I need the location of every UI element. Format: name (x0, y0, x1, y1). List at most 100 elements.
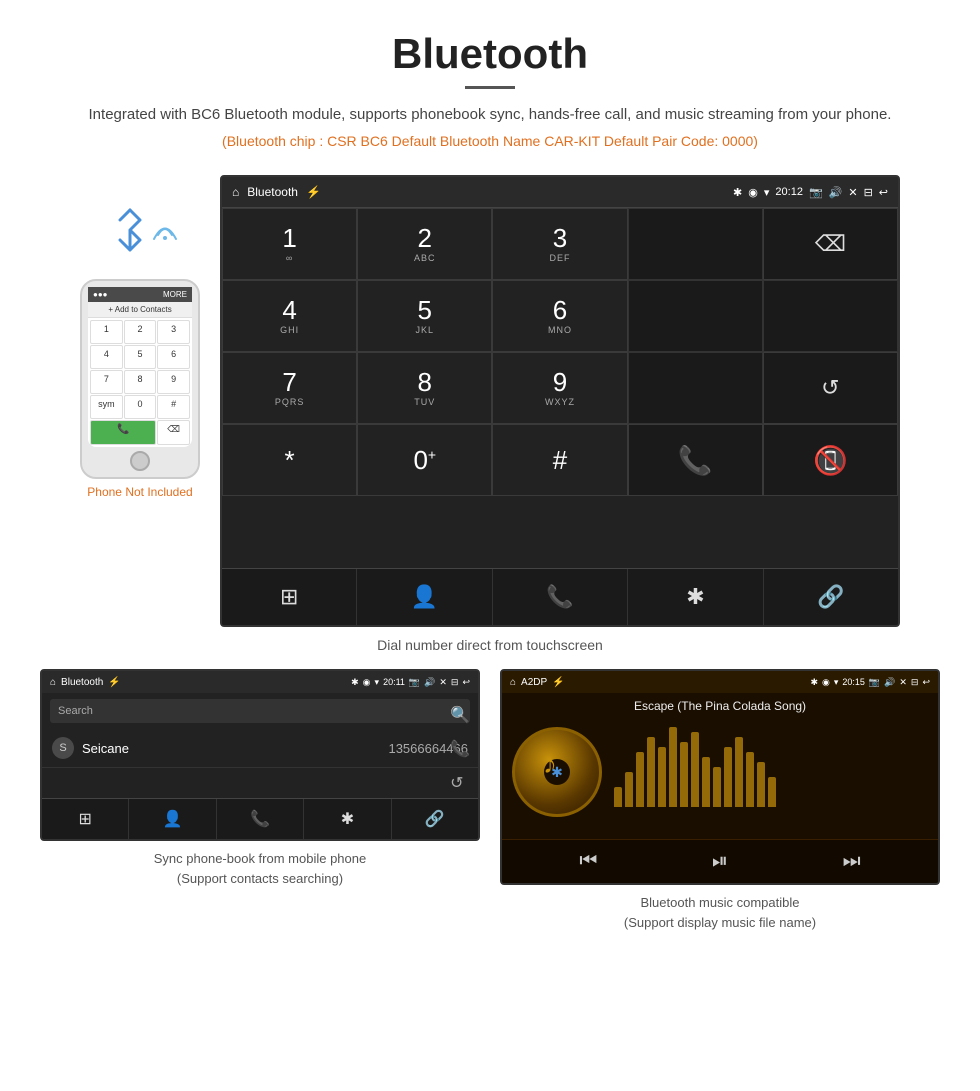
music-prev-button[interactable]: ⏮ (579, 850, 597, 873)
dial-key-3[interactable]: 3 DEF (492, 208, 627, 280)
car-dial-screen: ⌂ Bluetooth ⚡ ✱ ◉ ▾ 20:12 📷 🔊 ✕ ⊟ ↩ 1 ∞ (220, 175, 900, 627)
eq-bar (614, 787, 622, 807)
dial-call-red[interactable]: 📵 (763, 424, 898, 496)
music-vol-icon[interactable]: 🔊 (884, 677, 895, 688)
phone-home-button[interactable] (130, 451, 150, 471)
dial-key-5[interactable]: 5 JKL (357, 280, 492, 352)
music-caption: Bluetooth music compatible(Support displ… (624, 893, 816, 932)
dial-call-green[interactable]: 📞 (628, 424, 763, 496)
phone-keypad: 1 2 3 4 5 6 7 8 9 sym 0 # 📞 ⌫ (88, 318, 192, 447)
phone-screen: ●●●MORE + Add to Contacts 1 2 3 4 5 6 7 … (88, 287, 192, 447)
eq-bar (625, 772, 633, 807)
music-home-icon[interactable]: ⌂ (510, 677, 516, 688)
dial-backspace[interactable]: ⌫ (763, 208, 898, 280)
phone-key-8[interactable]: 8 (124, 370, 157, 394)
volume-icon[interactable]: 🔊 (829, 186, 843, 199)
pb-bt-icon: ✱ (351, 677, 359, 688)
pb-signal-icon: ▾ (375, 677, 380, 688)
music-title: A2DP (521, 677, 547, 688)
phone-key-2[interactable]: 2 (124, 320, 157, 344)
pb-nav-link[interactable]: 🔗 (392, 799, 478, 839)
music-bt-icon: ✱ (810, 677, 818, 688)
phone-key-0[interactable]: 0 (124, 395, 157, 419)
pb-usb-icon: ⚡ (108, 677, 120, 688)
pb-status-left: ⌂ Bluetooth ⚡ (50, 677, 121, 688)
phone-key-1[interactable]: 1 (90, 320, 123, 344)
car-bottom-nav: ⊞ 👤 📞 ✱ 🔗 (222, 568, 898, 625)
music-next-button[interactable]: ⏭ (843, 850, 861, 873)
phone-key-hash[interactable]: # (157, 395, 190, 419)
home-icon[interactable]: ⌂ (232, 185, 239, 199)
music-playpause-button[interactable]: ⏯ (712, 850, 728, 873)
dial-redial[interactable]: ↺ (763, 352, 898, 424)
dial-key-4[interactable]: 4 GHI (222, 280, 357, 352)
pb-back-icon[interactable]: ↩ (462, 677, 470, 688)
phone-key-4[interactable]: 4 (90, 345, 123, 369)
pb-home-icon[interactable]: ⌂ (50, 677, 56, 688)
dial-empty-2 (763, 280, 898, 352)
page-title: Bluetooth (20, 30, 960, 78)
eq-bar (636, 752, 644, 807)
sync-side-icon[interactable]: ↺ (450, 773, 470, 793)
search-side-icon[interactable]: 🔍 (450, 705, 470, 725)
contact-name: Seicane (82, 741, 388, 756)
eq-bar (735, 737, 743, 807)
phone-key-9[interactable]: 9 (157, 370, 190, 394)
pb-nav-keypad[interactable]: ⊞ (42, 799, 129, 839)
phonebook-screen-wrap: ⌂ Bluetooth ⚡ ✱ ◉ ▾ 20:11 📷 🔊 ✕ ⊟ ↩ (40, 669, 480, 932)
phonebook-caption: Sync phone-book from mobile phone(Suppor… (154, 849, 366, 888)
call-side-icon[interactable]: 📞 (450, 739, 470, 759)
phone-key-sym[interactable]: sym (90, 395, 123, 419)
phone-key-6[interactable]: 6 (157, 345, 190, 369)
music-cam-icon[interactable]: 📷 (869, 677, 880, 688)
dial-key-7[interactable]: 7 PQRS (222, 352, 357, 424)
music-back-icon[interactable]: ↩ (922, 677, 930, 688)
phone-key-del[interactable]: ⌫ (157, 420, 190, 445)
equalizer (602, 727, 928, 807)
phone-key-call[interactable]: 📞 (90, 420, 156, 445)
dial-key-9[interactable]: 9 WXYZ (492, 352, 627, 424)
back-icon[interactable]: ↩ (879, 186, 888, 199)
nav-calls[interactable]: 📞 (493, 569, 628, 625)
phonebook-bottom-nav: ⊞ 👤 📞 ✱ 🔗 (42, 798, 478, 839)
camera-icon[interactable]: 📷 (809, 186, 823, 199)
nav-contacts[interactable]: 👤 (357, 569, 492, 625)
dial-key-1[interactable]: 1 ∞ (222, 208, 357, 280)
phonebook-content: Search S Seicane 13566664466 🔍 📞 ↺ (42, 699, 478, 798)
pb-nav-calls[interactable]: 📞 (217, 799, 304, 839)
close-icon[interactable]: ✕ (848, 186, 857, 199)
eq-bar (669, 727, 677, 807)
search-bar[interactable]: Search (50, 699, 470, 723)
phone-key-3[interactable]: 3 (157, 320, 190, 344)
dial-display-area (628, 208, 763, 280)
nav-bluetooth[interactable]: ✱ (628, 569, 763, 625)
music-screen-icon[interactable]: ⊟ (911, 677, 919, 688)
side-icons-column: 🔍 📞 ↺ (450, 705, 470, 793)
pb-time: 20:11 (383, 677, 405, 687)
music-loc-icon: ◉ (822, 677, 830, 688)
dial-key-2[interactable]: 2 ABC (357, 208, 492, 280)
pb-cam-icon[interactable]: 📷 (409, 677, 420, 688)
phone-screen-top: ●●●MORE (88, 287, 192, 302)
dial-key-0[interactable]: 0+ (357, 424, 492, 496)
dial-key-hash[interactable]: # (492, 424, 627, 496)
pb-nav-bluetooth[interactable]: ✱ (304, 799, 391, 839)
eq-bar (702, 757, 710, 807)
nav-keypad[interactable]: ⊞ (222, 569, 357, 625)
pb-close-icon[interactable]: ✕ (439, 677, 447, 688)
page-specs: (Bluetooth chip : CSR BC6 Default Blueto… (20, 133, 960, 149)
contact-row[interactable]: S Seicane 13566664466 (42, 729, 478, 768)
screen-icon[interactable]: ⊟ (864, 186, 873, 199)
main-screen-area: ●●●MORE + Add to Contacts 1 2 3 4 5 6 7 … (0, 175, 980, 627)
music-close-icon[interactable]: ✕ (899, 677, 907, 688)
pb-nav-contacts[interactable]: 👤 (129, 799, 216, 839)
pb-screen-icon[interactable]: ⊟ (451, 677, 459, 688)
music-screen-wrap: ⌂ A2DP ⚡ ✱ ◉ ▾ 20:15 📷 🔊 ✕ ⊟ ↩ Escape (T… (500, 669, 940, 932)
phone-key-5[interactable]: 5 (124, 345, 157, 369)
dial-key-star[interactable]: * (222, 424, 357, 496)
nav-link[interactable]: 🔗 (764, 569, 898, 625)
pb-vol-icon[interactable]: 🔊 (424, 677, 435, 688)
dial-key-6[interactable]: 6 MNO (492, 280, 627, 352)
phone-key-7[interactable]: 7 (90, 370, 123, 394)
dial-key-8[interactable]: 8 TUV (357, 352, 492, 424)
